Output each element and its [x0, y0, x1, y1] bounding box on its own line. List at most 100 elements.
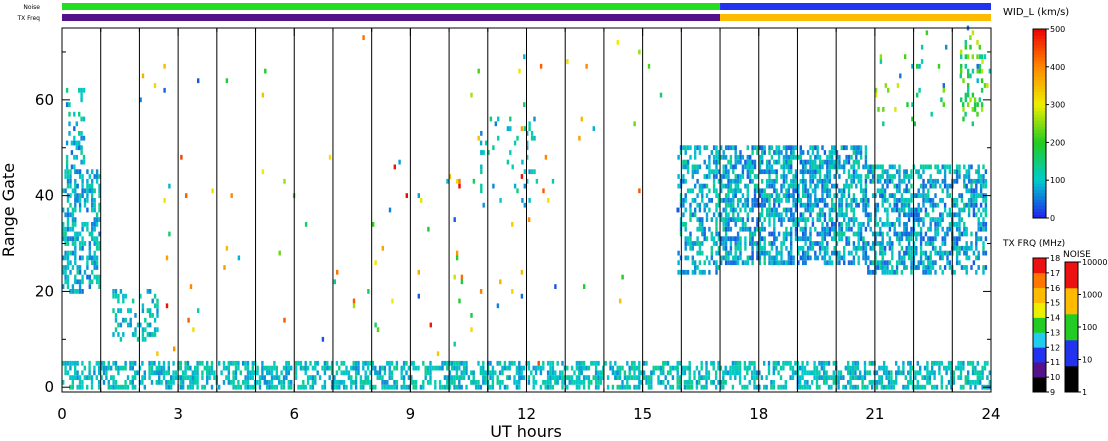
width-colorbar-step-19	[1033, 155, 1046, 159]
data-cell-2725	[864, 226, 868, 232]
data-cell-3409	[530, 131, 534, 136]
data-cell-468	[400, 375, 403, 380]
data-cell-707	[578, 384, 581, 390]
data-cell-536	[453, 384, 456, 390]
data-cell-599	[494, 370, 497, 376]
noise-colorbar-label-1: 10	[1082, 356, 1092, 365]
data-cell-3525	[197, 78, 200, 84]
data-cell-2965	[907, 212, 911, 218]
data-cell-1348	[74, 231, 77, 237]
data-cell-2258	[790, 236, 793, 242]
data-cell-2868	[891, 255, 894, 261]
width-colorbar-label-4: 400	[1050, 63, 1065, 72]
width-colorbar-step-57	[1033, 35, 1046, 39]
data-cell-3003	[915, 250, 918, 256]
data-cell-325	[294, 365, 298, 371]
data-cell-45	[98, 384, 101, 390]
data-cell-888	[707, 370, 711, 376]
data-cell-2852	[886, 174, 889, 179]
data-cell-1062	[839, 375, 843, 380]
data-cell-402	[354, 380, 358, 385]
data-cell-575	[479, 370, 483, 376]
data-cell-834	[669, 370, 672, 376]
data-cell-1923	[734, 164, 737, 170]
data-cell-2111	[765, 159, 769, 165]
data-cell-955	[760, 375, 763, 380]
data-cell-1493	[68, 121, 71, 127]
data-cell-1364	[76, 231, 79, 237]
data-cell-699	[570, 365, 574, 371]
data-cell-1717	[701, 226, 704, 232]
data-cell-395	[350, 380, 353, 385]
data-cell-648	[534, 380, 538, 385]
data-cell-1601	[677, 183, 680, 189]
data-cell-2863	[888, 178, 892, 184]
data-cell-2861	[888, 202, 892, 208]
data-cell-3501	[978, 54, 982, 60]
data-cell-3119	[936, 250, 940, 256]
data-cell-3214	[955, 226, 959, 232]
data-cell-3282	[970, 241, 973, 246]
data-cell-533	[450, 375, 454, 380]
data-cell-2164	[775, 260, 778, 266]
data-cell-2047	[756, 188, 759, 194]
data-cell-3228	[958, 226, 961, 232]
data-cell-353	[316, 370, 319, 376]
data-cell-1406	[86, 260, 89, 266]
data-cell-216	[222, 365, 226, 371]
data-cell-977	[779, 365, 783, 371]
data-cell-212	[218, 384, 221, 390]
data-cell-2667	[855, 250, 858, 256]
data-cell-3113	[934, 217, 937, 222]
data-cell-708	[578, 380, 581, 385]
data-cell-3612	[619, 298, 622, 304]
data-cell-679	[556, 380, 559, 385]
data-cell-1326	[69, 169, 72, 175]
data-cell-2531	[831, 164, 834, 170]
data-cell-722	[585, 375, 588, 380]
data-cell-1227	[959, 370, 963, 376]
data-cell-2050	[756, 150, 759, 155]
data-cell-2151	[773, 226, 776, 232]
data-cell-3371	[482, 202, 485, 208]
data-cell-3613	[621, 274, 624, 280]
data-cell-2509	[828, 217, 831, 222]
data-cell-3324	[977, 174, 980, 179]
data-cell-1194	[933, 370, 936, 376]
data-cell-1761	[710, 217, 713, 222]
data-cell-2638	[850, 226, 853, 232]
data-cell-162	[182, 370, 185, 376]
data-cell-907	[724, 380, 727, 385]
data-cell-3346	[982, 198, 985, 203]
data-cell-2286	[792, 150, 795, 155]
data-cell-453	[388, 370, 391, 376]
data-cell-2597	[843, 245, 846, 251]
data-cell-1388	[81, 245, 84, 251]
data-cell-2916	[898, 169, 901, 175]
data-cell-277	[261, 360, 264, 366]
data-cell-2808	[879, 174, 882, 179]
data-cell-2670	[855, 217, 858, 222]
data-cell-2127	[768, 169, 771, 175]
data-cell-2947	[905, 236, 908, 242]
data-cell-704	[575, 375, 579, 380]
data-cell-3435	[969, 97, 972, 103]
data-cell-1401	[83, 202, 87, 208]
data-cell-1666	[691, 241, 694, 246]
data-cell-1414	[86, 183, 89, 189]
data-cell-1391	[81, 226, 84, 232]
data-cell-2333	[802, 231, 805, 237]
data-cell-988	[791, 375, 795, 380]
data-cell-3046	[922, 198, 925, 203]
data-cell-1303	[66, 226, 70, 232]
data-cell-3379	[497, 135, 500, 141]
data-cell-2765	[871, 231, 875, 237]
data-cell-3616	[638, 49, 641, 55]
data-cell-1011	[803, 365, 807, 371]
data-cell-1317	[69, 250, 72, 256]
data-cell-1044	[825, 360, 828, 366]
data-cell-2442	[818, 241, 822, 246]
data-cell-1145	[897, 365, 900, 371]
data-cell-2614	[845, 202, 848, 208]
data-cell-2873	[891, 207, 894, 213]
